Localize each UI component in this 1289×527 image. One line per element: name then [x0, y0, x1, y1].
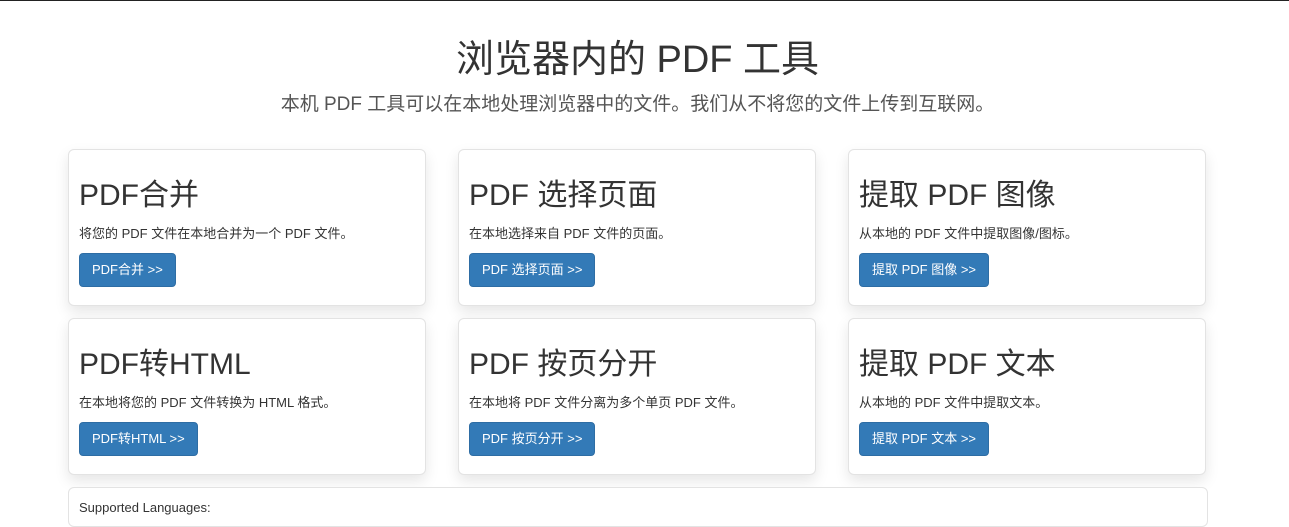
tool-card-description: 在本地将 PDF 文件分离为多个单页 PDF 文件。 — [469, 395, 744, 410]
extract-text-button[interactable]: 提取 PDF 文本 >> — [859, 422, 990, 456]
tool-card-pdf-to-html: PDF转HTML 在本地将您的 PDF 文件转换为 HTML 格式。 PDF转H… — [68, 318, 426, 475]
pdf-select-pages-button[interactable]: PDF 选择页面 >> — [469, 253, 596, 287]
tool-card-extract-text: 提取 PDF 文本 从本地的 PDF 文件中提取文本。 提取 PDF 文本 >> — [848, 318, 1206, 475]
pdf-merge-button[interactable]: PDF合并 >> — [79, 253, 176, 287]
tool-card-pdf-split-pages: PDF 按页分开 在本地将 PDF 文件分离为多个单页 PDF 文件。 PDF … — [458, 318, 816, 475]
tool-card-title: PDF转HTML — [79, 348, 251, 381]
tool-card-title: 提取 PDF 文本 — [859, 348, 1056, 381]
supported-languages-panel: Supported Languages: — [68, 487, 1208, 527]
top-border — [0, 0, 1289, 1]
tool-card-description: 在本地选择来自 PDF 文件的页面。 — [469, 226, 672, 241]
tool-card-title: PDF合并 — [79, 179, 199, 212]
supported-languages-label: Supported Languages: — [79, 500, 211, 515]
tool-card-pdf-merge: PDF合并 将您的 PDF 文件在本地合并为一个 PDF 文件。 PDF合并 >… — [68, 149, 426, 306]
tool-card-pdf-select-pages: PDF 选择页面 在本地选择来自 PDF 文件的页面。 PDF 选择页面 >> — [458, 149, 816, 306]
pdf-split-pages-button[interactable]: PDF 按页分开 >> — [469, 422, 596, 456]
tool-card-title: 提取 PDF 图像 — [859, 179, 1056, 212]
tool-card-title: PDF 选择页面 — [469, 179, 658, 212]
tool-card-description: 从本地的 PDF 文件中提取图像/图标。 — [859, 226, 1078, 241]
tool-card-extract-images: 提取 PDF 图像 从本地的 PDF 文件中提取图像/图标。 提取 PDF 图像… — [848, 149, 1206, 306]
pdf-to-html-button[interactable]: PDF转HTML >> — [79, 422, 198, 456]
tool-card-description: 在本地将您的 PDF 文件转换为 HTML 格式。 — [79, 395, 337, 410]
extract-images-button[interactable]: 提取 PDF 图像 >> — [859, 253, 990, 287]
page-title: 浏览器内的 PDF 工具 — [455, 39, 820, 81]
tool-card-description: 从本地的 PDF 文件中提取文本。 — [859, 395, 1049, 410]
page-subtitle: 本机 PDF 工具可以在本地处理浏览器中的文件。我们从不将您的文件上传到互联网。 — [280, 94, 995, 115]
tool-card-title: PDF 按页分开 — [469, 348, 658, 381]
tool-card-description: 将您的 PDF 文件在本地合并为一个 PDF 文件。 — [79, 226, 354, 241]
